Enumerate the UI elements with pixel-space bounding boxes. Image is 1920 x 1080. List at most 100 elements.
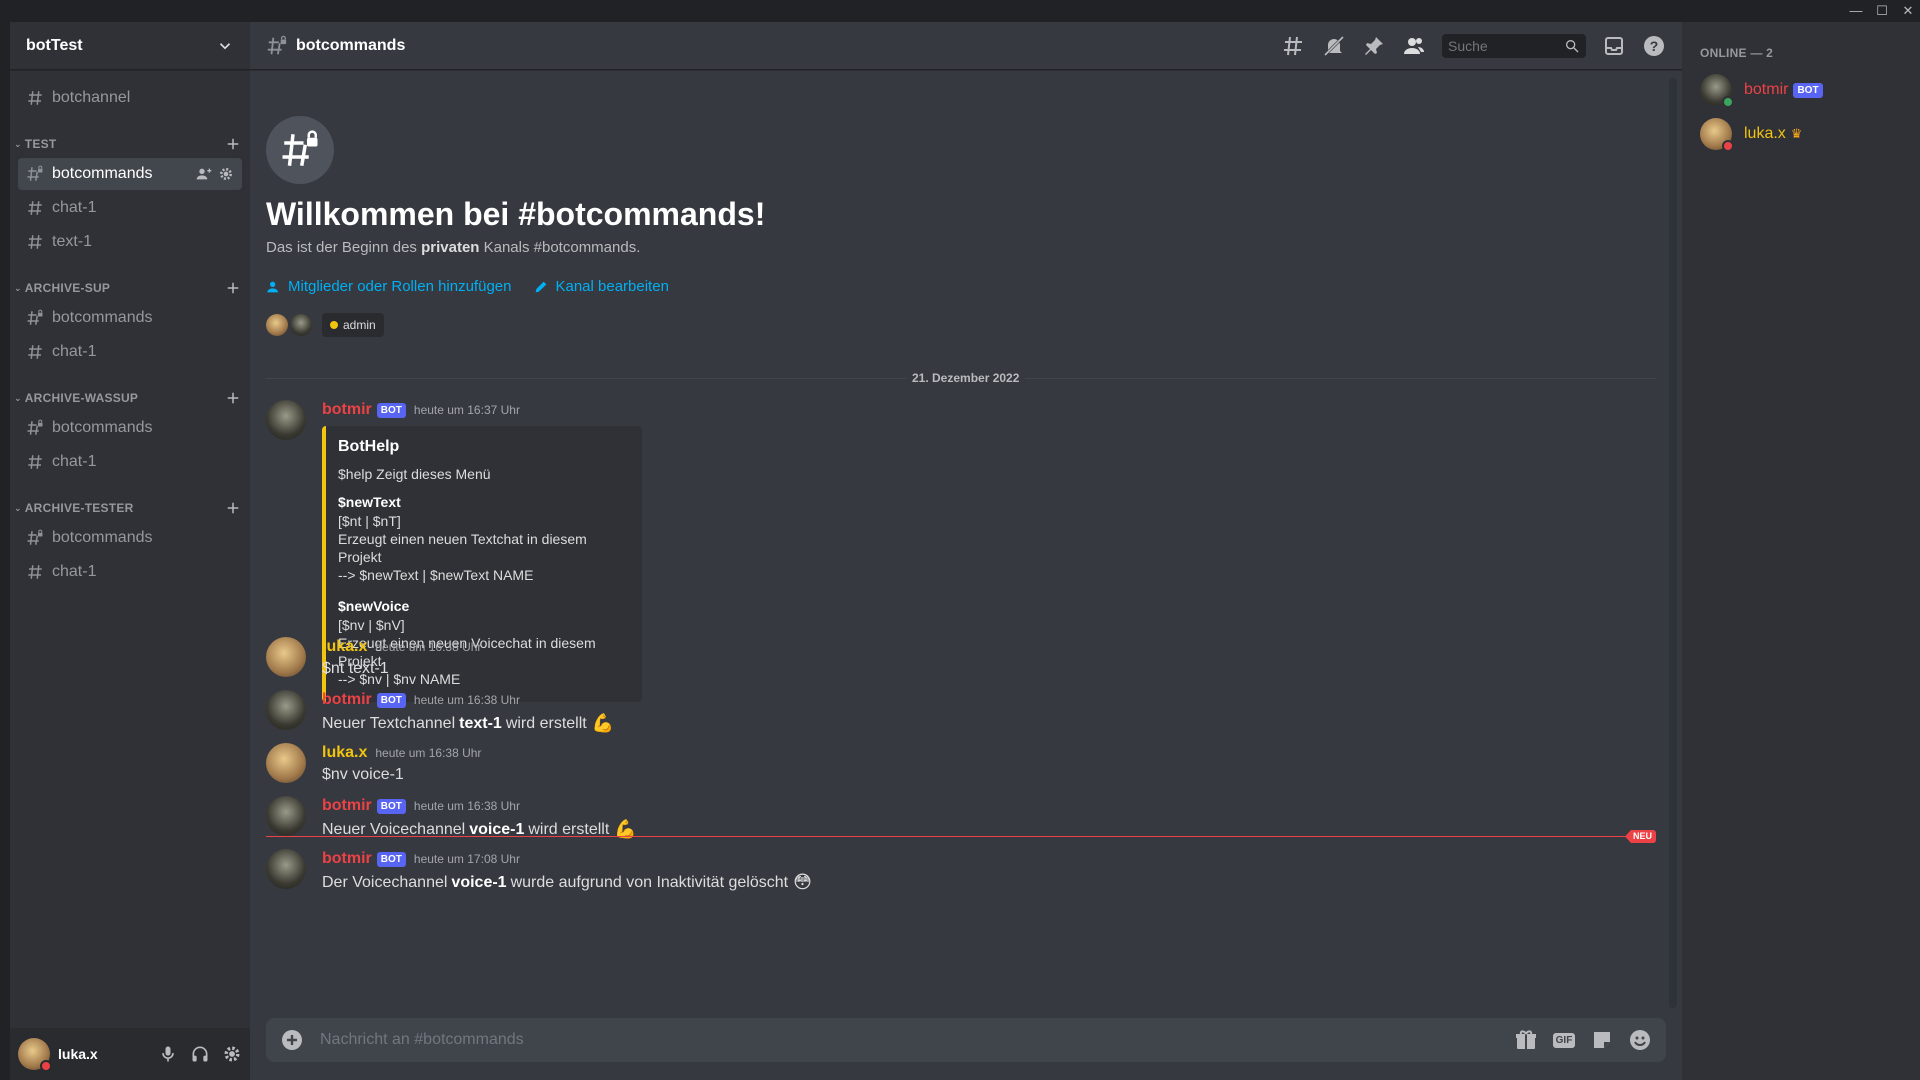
emoji-picker-icon[interactable] xyxy=(1628,1028,1652,1052)
member-name: luka.x xyxy=(1744,125,1786,142)
sidebar-channel-botchannel[interactable]: botchannel xyxy=(18,82,242,114)
message-author[interactable]: botmir xyxy=(322,797,372,815)
members-icon[interactable] xyxy=(1402,34,1426,58)
search-input[interactable]: Suche xyxy=(1442,33,1586,58)
headphones-icon[interactable] xyxy=(190,1044,210,1064)
microphone-icon[interactable] xyxy=(158,1044,178,1064)
avatar xyxy=(1700,118,1734,152)
avatar[interactable] xyxy=(266,796,306,836)
add-attachment-icon[interactable] xyxy=(280,1028,304,1052)
help-icon[interactable]: ? xyxy=(1642,34,1666,58)
embed-field-line: [$nt | $nT] xyxy=(338,513,401,529)
edit-channel-link[interactable]: Kanal bearbeiten xyxy=(533,278,669,295)
gif-button[interactable]: GIF xyxy=(1552,1028,1576,1052)
sidebar-channel-botcommands[interactable]: botcommands xyxy=(18,412,242,444)
maximize-button[interactable]: ☐ xyxy=(1868,0,1896,22)
search-icon xyxy=(1566,39,1579,52)
message-author[interactable]: botmir xyxy=(322,850,372,868)
mute-bell-icon[interactable] xyxy=(1322,34,1346,58)
close-button[interactable]: ✕ xyxy=(1894,0,1920,22)
hash-icon xyxy=(28,455,42,469)
message-input[interactable]: Nachricht an #botcommands xyxy=(320,1031,1500,1049)
sidebar-channel-chat-1[interactable]: chat-1 xyxy=(18,192,242,224)
member-name: botmir xyxy=(1744,81,1789,98)
message-composer[interactable]: Nachricht an #botcommands GIF xyxy=(266,1018,1666,1062)
bot-badge: BOT xyxy=(376,402,406,418)
server-header[interactable]: botTest xyxy=(10,22,250,70)
message-bold: text-1 xyxy=(459,714,502,732)
message-text: Neuer Textchannel xyxy=(322,714,456,732)
avatar[interactable] xyxy=(266,743,306,783)
message-text: wird erstellt xyxy=(505,714,587,732)
channel-label: chat-1 xyxy=(52,343,97,360)
add-channel-icon[interactable] xyxy=(224,279,242,297)
chat-area: botcommands Suche ? Willkommen bei #botc… xyxy=(250,22,1682,1080)
message-content: $nv voice-1 xyxy=(322,766,404,783)
gear-icon[interactable] xyxy=(222,1044,242,1064)
message-text: wurde aufgrund von Inaktivität gelöscht xyxy=(510,873,789,891)
member-item-luka[interactable]: luka.x ♛ xyxy=(1682,112,1920,156)
locked-hash-icon xyxy=(27,419,43,435)
add-members-link[interactable]: Mitglieder oder Rollen hinzufügen xyxy=(266,278,511,295)
add-channel-icon[interactable] xyxy=(224,389,242,407)
sidebar-channel-botcommands[interactable]: botcommands xyxy=(18,302,242,334)
message-text: Der Voicechannel xyxy=(322,873,448,891)
avatar[interactable] xyxy=(290,314,312,336)
category-label: ARCHIVE-WASSUP xyxy=(24,391,139,405)
message-author[interactable]: luka.x xyxy=(322,638,367,656)
pin-icon[interactable] xyxy=(1362,34,1386,58)
avatar[interactable] xyxy=(266,314,288,336)
chevron-down-icon: ⌄ xyxy=(14,138,22,149)
role-label: admin xyxy=(343,318,376,332)
welcome-sub-prefix: Das ist der Beginn des xyxy=(266,239,422,256)
role-pill[interactable]: admin xyxy=(322,313,384,337)
channel-label: text-1 xyxy=(52,233,93,250)
crown-icon: ♛ xyxy=(1790,126,1803,141)
message-author[interactable]: luka.x xyxy=(322,744,367,762)
category-archive-tester[interactable]: ⌄ ARCHIVE-TESTER xyxy=(10,496,250,520)
new-badge: NEU xyxy=(1624,830,1656,843)
message-author[interactable]: botmir xyxy=(322,691,372,709)
server-name: botTest xyxy=(26,36,83,54)
chat-header: botcommands Suche ? xyxy=(250,22,1682,70)
avatar xyxy=(1700,74,1734,108)
add-channel-icon[interactable] xyxy=(224,499,242,517)
message-timestamp: heute um 17:08 Uhr xyxy=(413,852,520,866)
category-test[interactable]: ⌄ TEST xyxy=(10,132,250,156)
invite-icon[interactable] xyxy=(196,166,212,182)
threads-icon[interactable] xyxy=(1282,34,1306,58)
avatar[interactable] xyxy=(266,690,306,730)
message-timestamp: heute um 16:37 Uhr xyxy=(413,403,520,417)
sidebar-channel-botcommands[interactable]: botcommands xyxy=(18,522,242,554)
category-label: ARCHIVE-TESTER xyxy=(24,501,134,515)
sidebar-channel-chat-1[interactable]: chat-1 xyxy=(18,556,242,588)
message-timestamp: heute um 16:38 Uhr xyxy=(375,746,482,760)
minimize-button[interactable]: — xyxy=(1842,0,1870,22)
sidebar-channel-botcommands-active[interactable]: botcommands xyxy=(18,158,242,190)
avatar[interactable] xyxy=(266,849,306,889)
category-archive-sup[interactable]: ⌄ ARCHIVE-SUP xyxy=(10,276,250,300)
gift-icon[interactable] xyxy=(1514,1028,1538,1052)
sticker-icon[interactable] xyxy=(1590,1028,1614,1052)
member-item-botmir[interactable]: botmir BOT xyxy=(1682,68,1920,112)
channel-label: botchannel xyxy=(52,89,131,106)
message-author[interactable]: botmir xyxy=(322,401,372,419)
locked-hash-icon xyxy=(266,116,334,184)
gear-icon[interactable] xyxy=(218,166,234,182)
inbox-icon[interactable] xyxy=(1602,34,1626,58)
sidebar-channel-text-1[interactable]: text-1 xyxy=(18,226,242,258)
category-archive-wassup[interactable]: ⌄ ARCHIVE-WASSUP xyxy=(10,386,250,410)
embed-field-name: $newText xyxy=(338,494,401,510)
welcome-subtitle: Das ist der Beginn des privaten Kanals #… xyxy=(266,239,765,256)
sidebar-channel-chat-1[interactable]: chat-1 xyxy=(18,336,242,368)
avatar[interactable] xyxy=(18,1038,52,1072)
chevron-down-icon: ⌄ xyxy=(14,502,22,513)
scrollbar[interactable] xyxy=(1669,78,1677,1008)
member-list: ONLINE — 2 botmir BOT luka.x ♛ xyxy=(1682,22,1920,1080)
avatar[interactable] xyxy=(266,400,306,440)
locked-hash-icon xyxy=(27,529,43,545)
avatar[interactable] xyxy=(266,637,306,677)
username: luka.x xyxy=(58,1046,98,1062)
add-channel-icon[interactable] xyxy=(224,135,242,153)
sidebar-channel-chat-1[interactable]: chat-1 xyxy=(18,446,242,478)
